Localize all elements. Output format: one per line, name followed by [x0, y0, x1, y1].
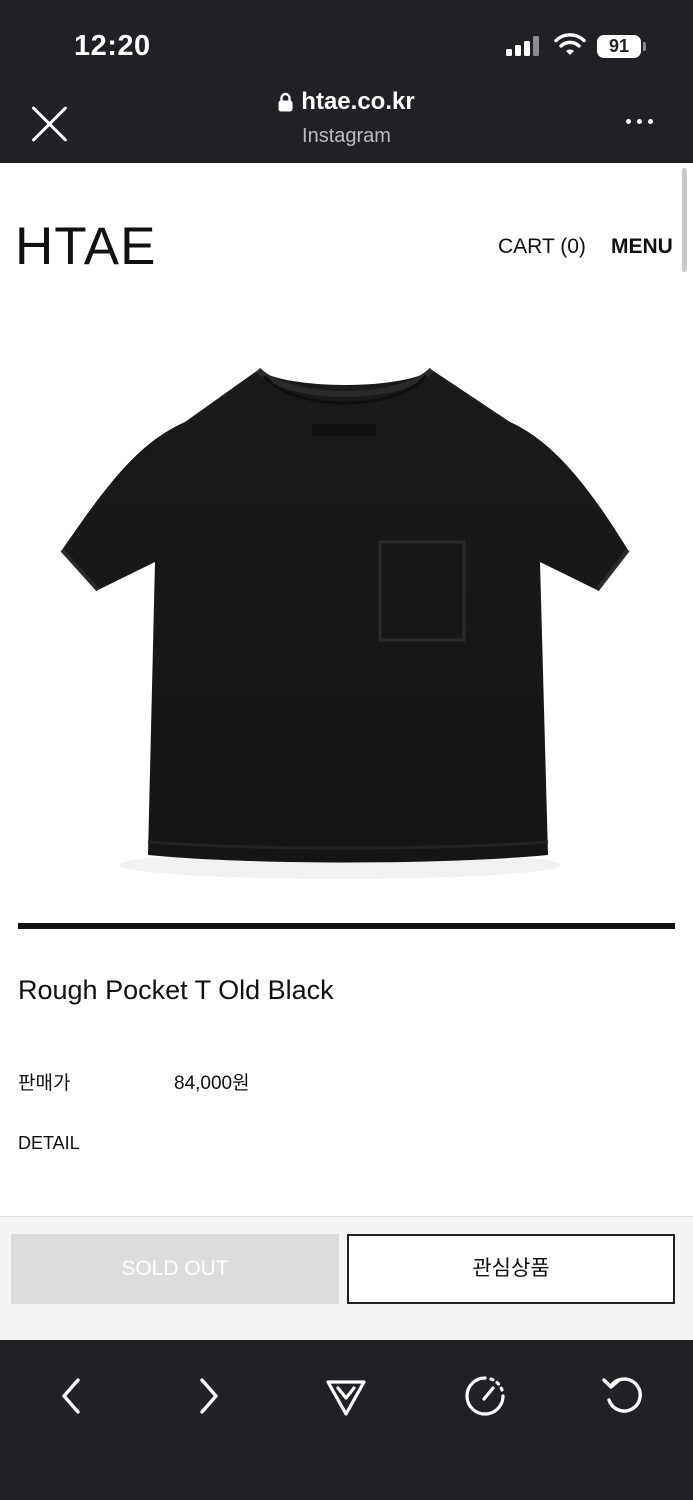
url-source: Instagram [302, 125, 391, 147]
speedometer-icon[interactable] [455, 1358, 515, 1418]
divider [18, 923, 675, 929]
browser-header: 12:20 91 htae.co.kr Instagram [0, 0, 693, 163]
battery-indicator: 91 [597, 35, 641, 58]
detail-link[interactable]: DETAIL [18, 1133, 80, 1154]
lock-icon [278, 92, 293, 112]
wifi-icon [554, 33, 586, 55]
wishlist-button[interactable]: 관심상품 [347, 1234, 675, 1304]
url-domain: htae.co.kr [301, 88, 415, 115]
chevron-left-icon[interactable] [40, 1358, 100, 1418]
price-label: 판매가 [18, 1073, 71, 1094]
send-icon[interactable] [316, 1358, 376, 1418]
address-area[interactable]: htae.co.kr Instagram [0, 88, 693, 148]
site-logo[interactable]: HTAE [15, 216, 156, 277]
reload-icon[interactable] [592, 1358, 652, 1418]
cart-link[interactable]: CART (0) [498, 235, 586, 259]
status-time: 12:20 [74, 30, 151, 62]
sold-out-button[interactable]: SOLD OUT [11, 1234, 339, 1304]
price-value: 84,000원 [174, 1073, 250, 1094]
product-name: Rough Pocket T Old Black [18, 975, 334, 1005]
product-image [60, 367, 630, 879]
browser-toolbar [0, 1340, 693, 1500]
chevron-right-icon[interactable] [178, 1358, 238, 1418]
menu-button[interactable]: MENU [611, 235, 673, 259]
more-icon[interactable] [626, 112, 662, 130]
scrollbar[interactable] [682, 168, 687, 272]
signal-icon [506, 36, 542, 56]
battery-nub [643, 42, 646, 51]
